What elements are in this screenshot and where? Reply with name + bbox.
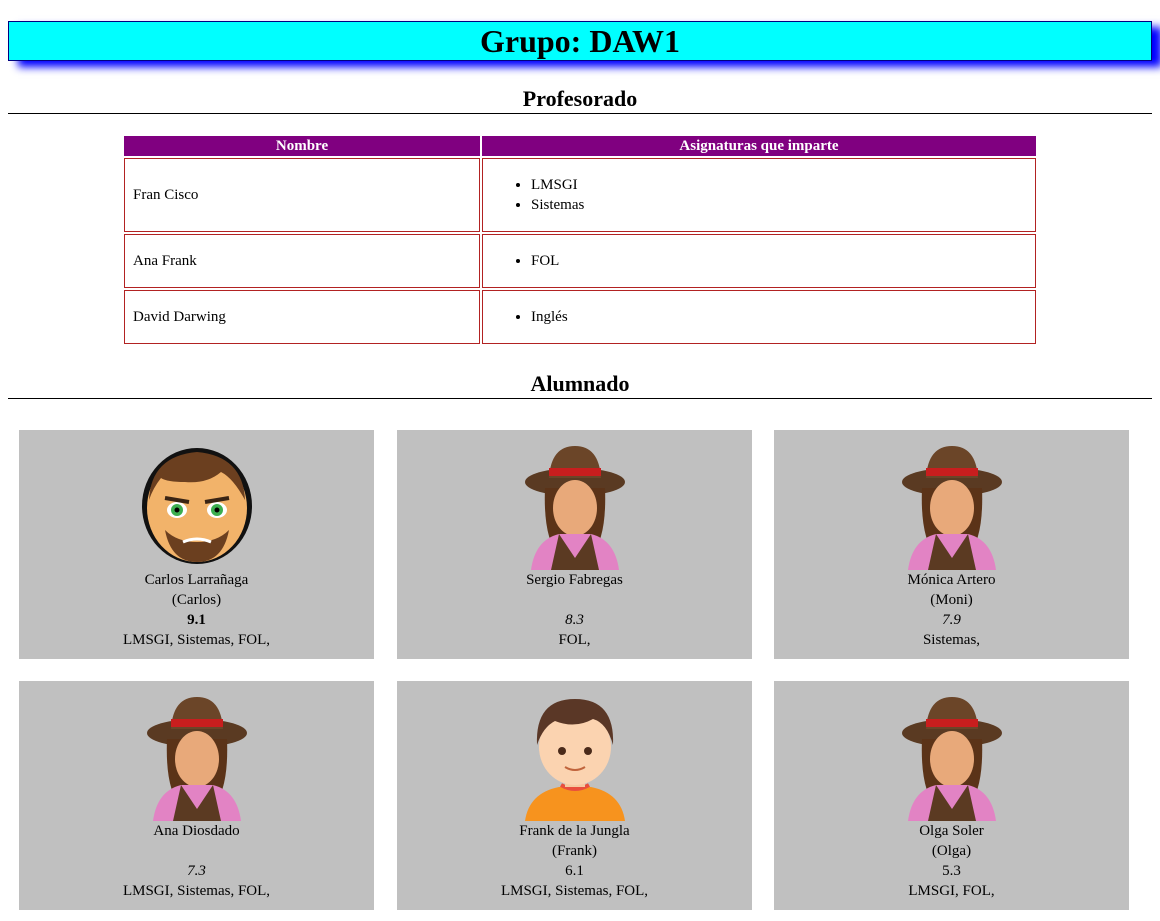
student-subjects: LMSGI, Sistemas, FOL, bbox=[122, 632, 271, 648]
table-row: David Darwing Inglés bbox=[124, 290, 1036, 344]
student-grade: 8.3 bbox=[565, 612, 584, 628]
student-name: Carlos Larrañaga bbox=[144, 572, 249, 588]
student-nick: (Olga) bbox=[931, 843, 972, 859]
student-card: Frank de la Jungla (Frank) 6.1 LMSGI, Si… bbox=[397, 681, 752, 910]
teacher-name: David Darwing bbox=[124, 290, 480, 344]
student-nick bbox=[397, 590, 752, 610]
student-name: Ana Diosdado bbox=[153, 823, 240, 839]
column-header-asignaturas: Asignaturas que imparte bbox=[482, 136, 1036, 156]
cowgirl-icon bbox=[901, 697, 1002, 821]
table-header-row: Nombre Asignaturas que imparte bbox=[124, 136, 1036, 156]
teacher-subjects: Inglés bbox=[482, 290, 1036, 344]
student-name: Mónica Artero bbox=[907, 572, 996, 588]
student-subjects: LMSGI, Sistemas, FOL, bbox=[500, 883, 649, 899]
student-card: Sergio Fabregas 8.3 FOL, bbox=[397, 430, 752, 659]
column-header-nombre: Nombre bbox=[124, 136, 480, 156]
bearded-man-icon bbox=[141, 448, 252, 564]
table-row: Fran Cisco LMSGI Sistemas bbox=[124, 158, 1036, 232]
student-grade: 6.1 bbox=[565, 863, 584, 879]
teacher-name: Fran Cisco bbox=[124, 158, 480, 232]
student-nick: (Carlos) bbox=[171, 592, 222, 608]
student-card: Mónica Artero (Moni) 7.9 Sistemas, bbox=[774, 430, 1129, 659]
student-name: Frank de la Jungla bbox=[519, 823, 630, 839]
student-subjects: LMSGI, FOL, bbox=[908, 883, 995, 899]
teacher-subjects: FOL bbox=[482, 234, 1036, 288]
student-grade: 7.9 bbox=[942, 612, 961, 628]
subject-item: Inglés bbox=[531, 307, 1035, 327]
profesorado-heading: Profesorado bbox=[8, 86, 1152, 114]
subject-item: Sistemas bbox=[531, 195, 1035, 215]
subject-list: Inglés bbox=[491, 307, 1035, 327]
student-card: Ana Diosdado 7.3 LMSGI, Sistemas, FOL, bbox=[19, 681, 374, 910]
student-card: Olga Soler (Olga) 5.3 LMSGI, FOL, bbox=[774, 681, 1129, 910]
profesorado-table: Nombre Asignaturas que imparte Fran Cisc… bbox=[122, 134, 1038, 346]
boy-icon bbox=[524, 699, 625, 821]
student-subjects: Sistemas, bbox=[922, 632, 981, 648]
student-grade: 9.1 bbox=[187, 612, 206, 628]
subject-item: FOL bbox=[531, 251, 1035, 271]
cowgirl-icon bbox=[146, 697, 247, 821]
cowgirl-icon bbox=[524, 446, 625, 570]
student-nick: (Moni) bbox=[930, 592, 973, 608]
page-title: Grupo: DAW1 bbox=[479, 22, 680, 59]
subject-list: LMSGI Sistemas bbox=[491, 175, 1035, 215]
table-row: Ana Frank FOL bbox=[124, 234, 1036, 288]
student-grade: 7.3 bbox=[187, 863, 206, 879]
cowgirl-icon bbox=[901, 446, 1002, 570]
student-subjects: LMSGI, Sistemas, FOL, bbox=[122, 883, 271, 899]
student-nick: (Frank) bbox=[552, 843, 597, 859]
student-card: Carlos Larrañaga (Carlos) 9.1 LMSGI, Sis… bbox=[19, 430, 374, 659]
student-grade: 5.3 bbox=[942, 863, 961, 879]
subject-list: FOL bbox=[491, 251, 1035, 271]
student-name: Olga Soler bbox=[919, 823, 984, 839]
student-subjects: FOL, bbox=[558, 632, 591, 648]
alumnado-heading: Alumnado bbox=[8, 371, 1152, 399]
student-nick bbox=[19, 841, 374, 861]
group-title-bar: Grupo: DAW1 bbox=[8, 21, 1152, 61]
subject-item: LMSGI bbox=[531, 175, 1035, 195]
teacher-subjects: LMSGI Sistemas bbox=[482, 158, 1036, 232]
teacher-name: Ana Frank bbox=[124, 234, 480, 288]
student-name: Sergio Fabregas bbox=[526, 572, 623, 588]
